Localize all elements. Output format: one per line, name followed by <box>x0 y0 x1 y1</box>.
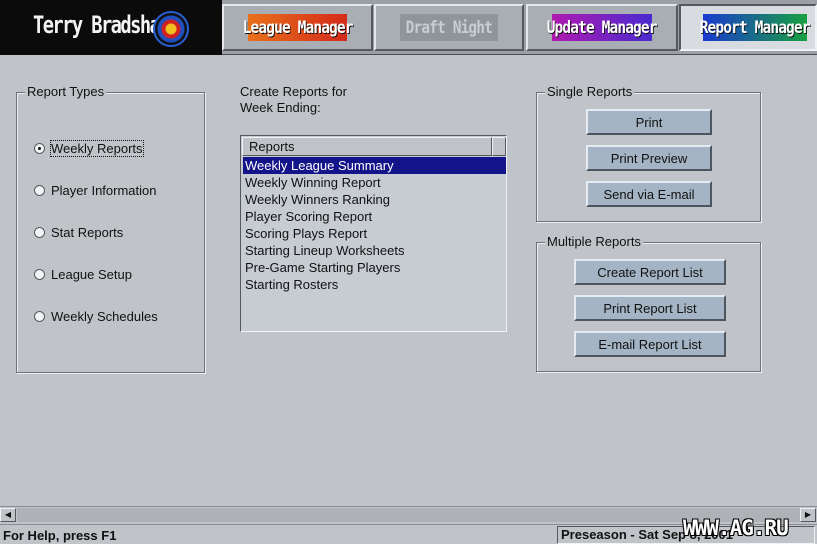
league-manager-button[interactable]: League Manager <box>222 4 373 51</box>
create-reports-label: Create Reports for Week Ending: <box>240 84 400 116</box>
reports-column-header[interactable]: Reports <box>242 137 492 156</box>
report-types-group: Report Types Weekly Reports Player Infor… <box>16 84 205 373</box>
radio-button-icon[interactable] <box>34 184 45 196</box>
radio-label: League Setup <box>51 266 132 282</box>
league-manager-label: League Manager <box>242 17 354 38</box>
multiple-reports-title: Multiple Reports <box>545 234 643 249</box>
radio-label: Weekly Reports <box>50 139 144 157</box>
create-report-list-button[interactable]: Create Report List <box>574 259 726 285</box>
update-manager-button[interactable]: Update Manager <box>526 4 678 51</box>
radio-label: Player Information <box>51 182 157 198</box>
brand-area: Terry Bradshaw <box>0 0 222 55</box>
email-report-list-button[interactable]: E-mail Report List <box>574 331 726 357</box>
list-item[interactable]: Starting Rosters <box>243 276 506 293</box>
scroll-left-arrow-icon[interactable]: ◀ <box>0 508 16 522</box>
status-help-text: For Help, press F1 <box>3 528 117 543</box>
radio-button-checked-icon[interactable] <box>34 142 45 154</box>
watermark-logo: WWW.AG.RU <box>683 516 789 540</box>
report-types-title: Report Types <box>25 84 107 99</box>
report-manager-label: Report Manager <box>700 17 811 38</box>
radio-weekly-reports[interactable]: Weekly Reports <box>34 139 144 157</box>
column-header-filler <box>492 137 506 156</box>
update-manager-label: Update Manager <box>547 17 658 38</box>
radio-label: Stat Reports <box>51 224 124 240</box>
list-item[interactable]: Weekly Winning Report <box>243 174 506 191</box>
radio-player-information[interactable]: Player Information <box>34 181 157 199</box>
app-header: Terry Bradshaw League Manager Draft Nigh… <box>0 0 817 55</box>
print-report-list-button[interactable]: Print Report List <box>574 295 726 321</box>
create-reports-line2: Week Ending: <box>240 100 321 115</box>
create-reports-line1: Create Reports for <box>240 84 347 99</box>
radio-button-icon[interactable] <box>34 268 45 280</box>
radio-button-icon[interactable] <box>34 226 45 238</box>
reports-listbox[interactable]: Reports Weekly League Summary Weekly Win… <box>240 135 507 332</box>
report-manager-button[interactable]: Report Manager <box>679 4 817 51</box>
single-reports-title: Single Reports <box>545 84 635 99</box>
radio-label: Weekly Schedules <box>51 308 158 324</box>
brand-name: Terry Bradshaw <box>33 11 171 39</box>
radio-stat-reports[interactable]: Stat Reports <box>34 223 123 241</box>
draft-night-button[interactable]: Draft Night <box>374 4 524 51</box>
list-item[interactable]: Starting Lineup Worksheets <box>243 242 506 259</box>
list-item[interactable]: Pre-Game Starting Players <box>243 259 506 276</box>
list-item[interactable]: Weekly League Summary <box>243 157 506 174</box>
draft-night-label: Draft Night <box>405 17 493 38</box>
reports-rows: Weekly League Summary Weekly Winning Rep… <box>243 157 506 293</box>
radio-weekly-schedules[interactable]: Weekly Schedules <box>34 307 158 325</box>
list-item[interactable]: Weekly Winners Ranking <box>243 191 506 208</box>
list-item[interactable]: Scoring Plays Report <box>243 225 506 242</box>
scroll-right-arrow-icon[interactable]: ▶ <box>800 508 816 522</box>
print-button[interactable]: Print <box>586 109 712 135</box>
print-preview-button[interactable]: Print Preview <box>586 145 712 171</box>
radio-league-setup[interactable]: League Setup <box>34 265 132 283</box>
football-logo-icon <box>153 11 189 47</box>
list-item[interactable]: Player Scoring Report <box>243 208 506 225</box>
send-via-email-button[interactable]: Send via E-mail <box>586 181 712 207</box>
radio-button-icon[interactable] <box>34 310 45 322</box>
